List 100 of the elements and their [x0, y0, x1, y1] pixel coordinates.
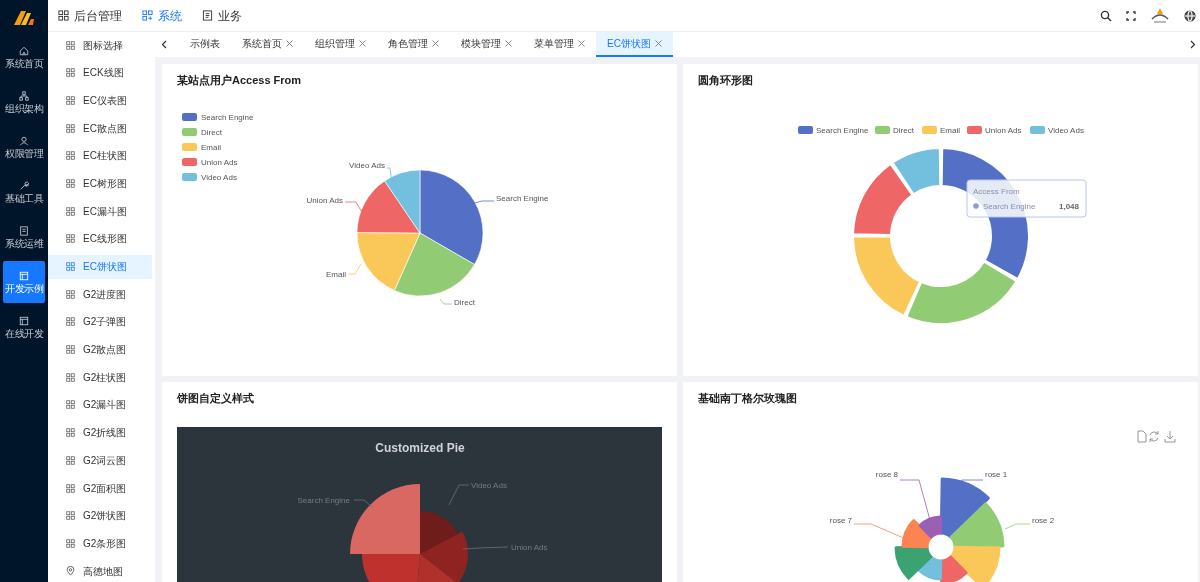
submenu-item[interactable]: G2柱状图: [48, 365, 152, 390]
submenu-item[interactable]: G2子弹图: [48, 309, 152, 334]
sidebar-item[interactable]: 组织架构: [3, 81, 45, 123]
grid-plus-icon: [142, 10, 153, 21]
avatar-icon[interactable]: [1150, 6, 1170, 25]
card-title: 饼图自定义样式: [177, 390, 254, 406]
home-icon: [19, 45, 29, 56]
refresh-icon[interactable]: [1149, 430, 1159, 443]
submenu-item[interactable]: G2进度图: [48, 282, 152, 307]
tooltip-title: Access From: [973, 187, 1020, 196]
chart-label: Email: [326, 270, 346, 279]
window-icon: [19, 270, 29, 281]
sidebar-item[interactable]: 系统首页: [3, 36, 45, 78]
chart-label: rose 2: [1032, 516, 1055, 525]
chevron-left-icon[interactable]: [161, 40, 167, 49]
close-icon[interactable]: [286, 40, 293, 47]
grid-icon: [66, 40, 75, 50]
chart-label: Video Ads: [349, 161, 385, 170]
submenu-item[interactable]: EC柱状图: [48, 143, 152, 168]
grid-icon: [66, 538, 75, 548]
user-icon: [19, 135, 29, 146]
leader-line: [439, 298, 453, 305]
legend-label[interactable]: Search Engine: [816, 126, 869, 135]
grid-icon: [66, 317, 75, 327]
submenu-item[interactable]: EC线形图: [48, 226, 152, 251]
grid-icon: [66, 345, 75, 355]
chart-label: Union Ads: [511, 543, 548, 552]
sidebar-item[interactable]: 系统运维: [3, 216, 45, 258]
legend-label[interactable]: Video Ads: [1048, 126, 1084, 135]
page-tab[interactable]: 示例表: [179, 32, 231, 57]
page-tab[interactable]: 组织管理: [304, 32, 377, 57]
grid-icon: [66, 123, 75, 133]
legend-label[interactable]: Search Engine: [201, 113, 254, 122]
close-icon[interactable]: [359, 40, 366, 47]
legend-label[interactable]: Direct: [893, 126, 914, 135]
close-icon[interactable]: [505, 40, 512, 47]
leader-line: [462, 546, 509, 550]
submenu-item[interactable]: G2条形图: [48, 531, 152, 556]
legend-label[interactable]: Video Ads: [201, 173, 237, 182]
submenu-item[interactable]: G2词云图: [48, 448, 152, 473]
page-tab[interactable]: 系统首页: [231, 32, 304, 57]
sidebar-item[interactable]: 基础工具: [3, 171, 45, 213]
submenu-item[interactable]: G2折线图: [48, 420, 152, 445]
search-icon[interactable]: [1100, 9, 1112, 22]
grid-icon: [66, 68, 75, 78]
submenu-item[interactable]: 图标选择: [48, 33, 152, 57]
submenu-item[interactable]: EC树形图: [48, 171, 152, 196]
page-tab[interactable]: EC饼状图: [596, 32, 673, 57]
submenu-item[interactable]: G2散点图: [48, 337, 152, 362]
submenu-item[interactable]: EC漏斗图: [48, 199, 152, 224]
close-icon[interactable]: [432, 40, 439, 47]
legend-label[interactable]: Email: [940, 126, 960, 135]
data-view-icon[interactable]: [1137, 430, 1147, 443]
nav-tab[interactable]: 系统: [142, 6, 182, 25]
book-icon: [19, 225, 29, 236]
grid-icon: [66, 206, 75, 216]
grid-icon: [66, 372, 75, 382]
sidebar-item[interactable]: 开发示例: [3, 261, 45, 303]
submenu-item[interactable]: EC仪表图: [48, 88, 152, 113]
document-icon: [202, 10, 213, 21]
download-icon[interactable]: [1164, 430, 1176, 443]
chart-label: Union Ads: [306, 196, 343, 205]
chart-title: Customized Pie: [375, 441, 465, 455]
grid-icon: [66, 511, 75, 521]
fullscreen-icon[interactable]: [1126, 10, 1136, 21]
page-tab[interactable]: 模块管理: [450, 32, 523, 57]
chart-label: Search Engine: [297, 496, 350, 505]
submenu-item[interactable]: 高德地图: [48, 559, 152, 582]
wrench-icon: [19, 180, 29, 191]
grid-icon: [66, 178, 75, 188]
leader-line: [448, 484, 470, 506]
grid-icon: [58, 10, 69, 21]
close-icon[interactable]: [578, 40, 585, 47]
leader-line: [347, 263, 362, 275]
nav-tab[interactable]: 业务: [202, 6, 242, 25]
grid-icon: [66, 234, 75, 244]
legend-label[interactable]: Email: [201, 143, 221, 152]
legend-label[interactable]: Union Ads: [201, 158, 238, 167]
hierarchy-icon: [19, 90, 29, 101]
legend-label[interactable]: Union Ads: [985, 126, 1022, 135]
page-tab[interactable]: 菜单管理: [523, 32, 596, 57]
submenu-item[interactable]: G2面积图: [48, 476, 152, 500]
submenu-item[interactable]: EC饼状图: [48, 254, 152, 279]
grid-icon: [66, 428, 75, 438]
card-title: 基础南丁格尔玫瑰图: [698, 390, 797, 406]
sidebar-item[interactable]: 在线开发: [3, 306, 45, 348]
close-icon[interactable]: [654, 40, 662, 47]
grid-icon: [66, 95, 75, 105]
submenu-item[interactable]: ECK线图: [48, 60, 152, 85]
sidebar-item[interactable]: 权限管理: [3, 126, 45, 168]
submenu-item[interactable]: G2饼状图: [48, 503, 152, 528]
globe-icon[interactable]: [1184, 9, 1196, 22]
chevron-right-icon[interactable]: [1190, 40, 1196, 49]
page-tab[interactable]: 角色管理: [377, 32, 450, 57]
submenu-item[interactable]: G2漏斗图: [48, 392, 152, 417]
submenu-item[interactable]: EC散点图: [48, 116, 152, 141]
nav-tab[interactable]: 后台管理: [58, 6, 122, 25]
grid-icon: [66, 289, 75, 299]
series-dot-icon: [973, 203, 979, 209]
legend-label[interactable]: Direct: [201, 128, 222, 137]
